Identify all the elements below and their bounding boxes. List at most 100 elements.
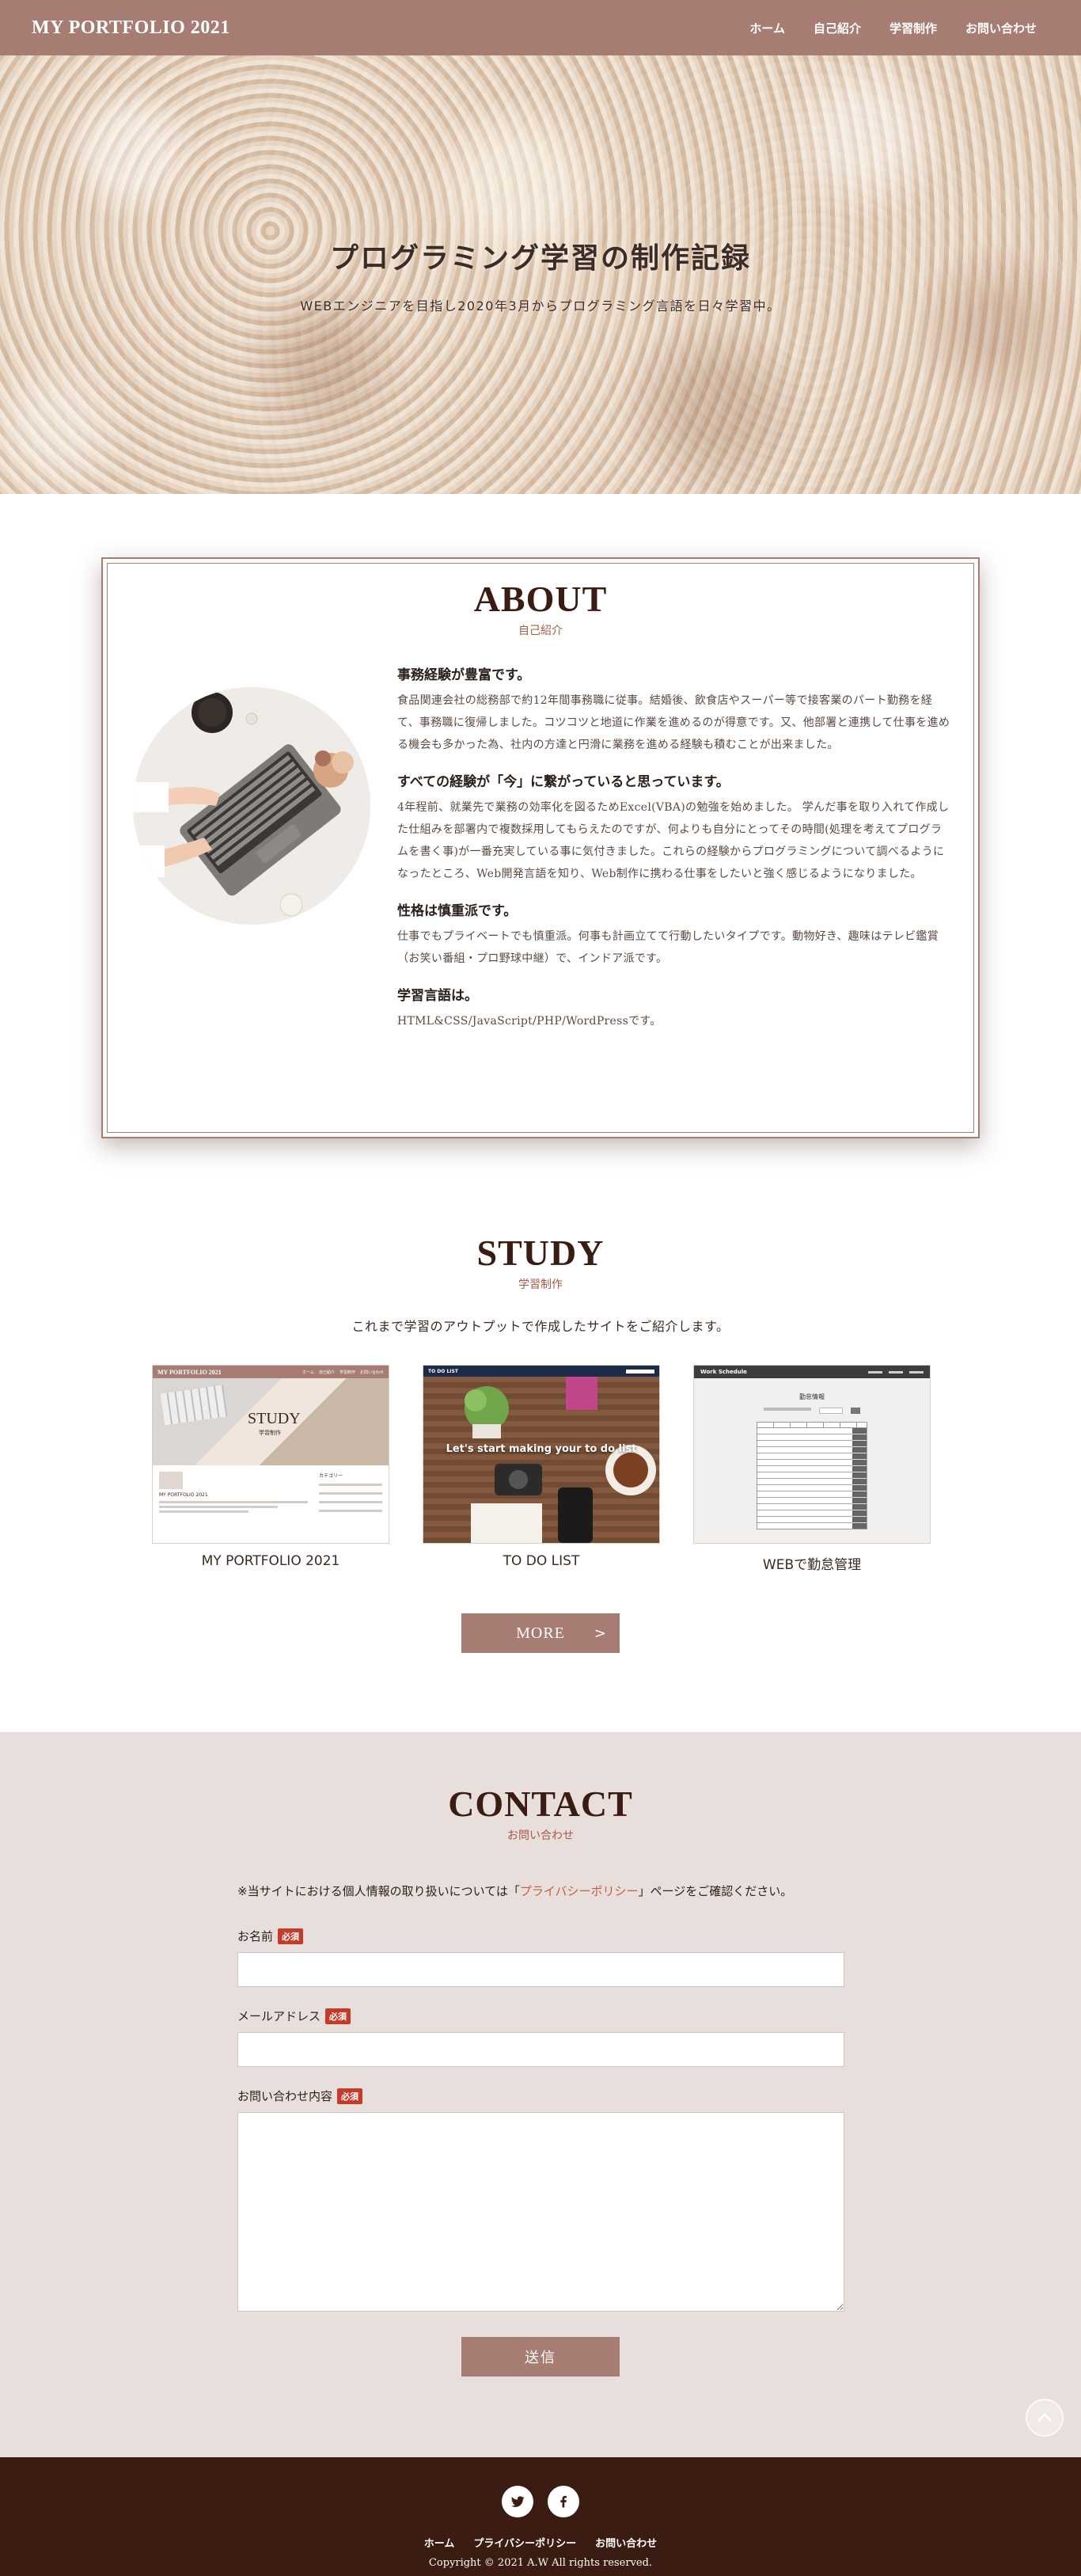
- work-thumbnail-schedule[interactable]: Work Schedule 勤怠情報: [693, 1365, 931, 1544]
- thumb-filter: [851, 1408, 860, 1414]
- thumb-nav-item: お問い合わせ: [359, 1370, 384, 1375]
- study-subtitle: 学習制作: [518, 1279, 563, 1291]
- about-body-experience: 食品関連会社の総務部で約12年間事務職に従事。結婚後、飲食店やスーパー等で接客業…: [397, 694, 950, 751]
- thumb-text-line: [159, 1510, 248, 1513]
- work-card-schedule[interactable]: Work Schedule 勤怠情報 WEBで勤怠管理: [693, 1365, 931, 1573]
- nav-study[interactable]: 学習制作: [889, 20, 937, 36]
- thumb-side-title: カテゴリー: [319, 1473, 343, 1479]
- about-heading: ABOUT 自己紹介: [103, 581, 978, 638]
- about-text: 事務経験が豊富です。 食品関連会社の総務部で約12年間事務職に従事。結婚後、飲食…: [397, 663, 951, 1047]
- facebook-link[interactable]: [548, 2486, 579, 2517]
- thumb-nav: [868, 1370, 924, 1373]
- thumb-nav-item: ホーム: [302, 1370, 314, 1375]
- work-thumbnail-todo[interactable]: TO DO LIST Let's start making your to do…: [423, 1365, 660, 1544]
- thumb-post-title: MY PORTFOLIO 2021: [159, 1492, 208, 1498]
- thumb-text-line: [319, 1501, 382, 1503]
- thumb-nav-item: [889, 1370, 903, 1373]
- thumb-hero-subtitle: 学習制作: [259, 1430, 281, 1436]
- about-heading-now: すべての経験が「今」に繋がっていると思っています。: [397, 774, 730, 790]
- thumb-filters: [694, 1408, 930, 1414]
- nav-about[interactable]: 自己紹介: [814, 20, 861, 36]
- desk-photo: [423, 1377, 659, 1543]
- thumb-header: Work Schedule: [694, 1366, 930, 1378]
- thumb-header: MY PORTFOLIO 2021 ホーム 自己紹介 学習制作 お問い合わせ: [153, 1366, 389, 1378]
- main-nav: ホーム 自己紹介 学習制作 お問い合わせ: [749, 20, 1037, 36]
- facebook-icon: [560, 2495, 567, 2508]
- email-label-text: メールアドレス: [237, 2009, 321, 2023]
- thumb-post-image: [159, 1472, 183, 1489]
- privacy-suffix: 」ページをご確認ください。: [638, 1884, 793, 1898]
- more-button[interactable]: MORE >: [461, 1613, 620, 1653]
- name-field[interactable]: [237, 1952, 844, 1987]
- contact-form: ※当サイトにおける個人情報の取り扱いについては「プライバシーポリシー」ページをご…: [237, 1883, 844, 2315]
- arrow-right-icon: >: [594, 1624, 607, 1642]
- site-header: MY PORTFOLIO 2021 ホーム 自己紹介 学習制作 お問い合わせ: [0, 0, 1081, 55]
- thumb-nav: ホーム 自己紹介 学習制作 お問い合わせ: [302, 1370, 384, 1375]
- required-badge: 必須: [325, 2008, 351, 2024]
- about-block-now: すべての経験が「今」に繋がっていると思っています。 4年程前、就業先で業務の効率…: [397, 770, 951, 885]
- footer-nav-home[interactable]: ホーム: [424, 2535, 455, 2550]
- work-thumbnail-portfolio[interactable]: MY PORTFOLIO 2021 ホーム 自己紹介 学習制作 お問い合わせ S…: [152, 1365, 389, 1544]
- about-subtitle: 自己紹介: [518, 625, 563, 637]
- thumb-hero: STUDY 学習制作: [153, 1378, 389, 1465]
- footer-nav-privacy[interactable]: プライバシーポリシー: [473, 2535, 576, 2550]
- footer-nav-contact[interactable]: お問い合わせ: [595, 2535, 657, 2550]
- thumb-nav-item: 学習制作: [339, 1370, 355, 1375]
- hero-subtitle: WEBエンジニアを目指し2020年3月からプログラミング言語を日々学習中。: [300, 298, 781, 313]
- keyboard-shape: [160, 1385, 228, 1426]
- work-card-portfolio[interactable]: MY PORTFOLIO 2021 ホーム 自己紹介 学習制作 お問い合わせ S…: [152, 1365, 389, 1573]
- message-field[interactable]: [237, 2112, 844, 2312]
- study-intro: これまで学習のアウトプットで作成したサイトをご紹介します。: [351, 1319, 730, 1334]
- study-section: STUDY 学習制作 これまで学習のアウトプットで作成したサイトをご紹介します。…: [0, 1235, 1081, 1653]
- name-label: お名前 必須: [237, 1928, 844, 1944]
- work-title-schedule[interactable]: WEBで勤怠管理: [693, 1553, 931, 1573]
- about-title: ABOUT: [473, 579, 608, 619]
- page-top-button[interactable]: [1026, 2399, 1064, 2437]
- nav-contact[interactable]: お問い合わせ: [965, 20, 1037, 36]
- work-title-todo[interactable]: TO DO LIST: [423, 1553, 660, 1569]
- about-block-languages: 学習言語は。 HTML&CSS/JavaScript/PHP/WordPress…: [397, 984, 951, 1032]
- thumb-table-body: [757, 1428, 867, 1529]
- privacy-note: ※当サイトにおける個人情報の取り扱いについては「プライバシーポリシー」ページをご…: [237, 1883, 844, 1899]
- work-title-portfolio[interactable]: MY PORTFOLIO 2021: [152, 1553, 389, 1569]
- thumb-header: TO DO LIST: [423, 1366, 659, 1377]
- hero-title: プログラミング学習の制作記録: [329, 241, 751, 275]
- contact-heading: CONTACT お問い合わせ: [0, 1786, 1081, 1843]
- twitter-link[interactable]: [502, 2486, 533, 2517]
- about-block-personality: 性格は慎重派です。 仕事でもプライベートでも慎重派。何事も計画立てて行動したいタ…: [397, 899, 951, 970]
- about-heading-personality: 性格は慎重派です。: [397, 903, 518, 919]
- about-body-now: 4年程前、就業先で業務の効率化を図るためExcel(VBA)の勉強を始めました。…: [397, 801, 950, 880]
- laptop-desk-image: [133, 687, 370, 925]
- hero-section: プログラミング学習の制作記録 WEBエンジニアを目指し2020年3月からプログラ…: [0, 55, 1081, 494]
- email-field[interactable]: [237, 2032, 844, 2067]
- thumb-text-line: [319, 1492, 382, 1495]
- thumb-table: [757, 1422, 867, 1529]
- privacy-prefix: ※当サイトにおける個人情報の取り扱いについては「: [237, 1884, 520, 1898]
- contact-subtitle: お問い合わせ: [507, 1829, 574, 1842]
- about-heading-languages: 学習言語は。: [397, 988, 478, 1004]
- footer-nav: ホーム プライバシーポリシー お問い合わせ: [0, 2535, 1081, 2550]
- thumb-logo: Work Schedule: [700, 1369, 747, 1375]
- message-label-text: お問い合わせ内容: [237, 2089, 333, 2103]
- thumb-heading: 勤怠情報: [799, 1393, 825, 1400]
- privacy-policy-link[interactable]: プライバシーポリシー: [520, 1884, 639, 1898]
- site-logo[interactable]: MY PORTFOLIO 2021: [32, 17, 230, 39]
- copyright: Copyright © 2021 A.W All rights reserved…: [428, 2557, 653, 2569]
- work-card-todo[interactable]: TO DO LIST Let's start making your to do…: [423, 1365, 660, 1573]
- thumb-text-line: [319, 1510, 382, 1512]
- twitter-icon: [511, 2496, 525, 2507]
- thumb-text-line: [159, 1501, 308, 1503]
- nav-home[interactable]: ホーム: [749, 20, 785, 36]
- thumb-nav-item: [909, 1370, 924, 1373]
- submit-button[interactable]: 送信: [461, 2337, 620, 2377]
- thumb-nav-item: 自己紹介: [318, 1370, 335, 1375]
- email-label: メールアドレス 必須: [237, 2008, 844, 2024]
- message-label: お問い合わせ内容 必須: [237, 2088, 844, 2104]
- about-body-personality: 仕事でもプライベートでも慎重派。何事も計画立てて行動したいタイプです。動物好き、…: [397, 930, 939, 965]
- thumb-logo: TO DO LIST: [428, 1368, 458, 1374]
- thumb-table-buttons: [852, 1428, 867, 1529]
- name-label-text: お名前: [237, 1929, 274, 1943]
- contact-title: CONTACT: [448, 1784, 633, 1824]
- works-list: MY PORTFOLIO 2021 ホーム 自己紹介 学習制作 お問い合わせ S…: [152, 1365, 931, 1573]
- thumb-filter: [819, 1408, 843, 1414]
